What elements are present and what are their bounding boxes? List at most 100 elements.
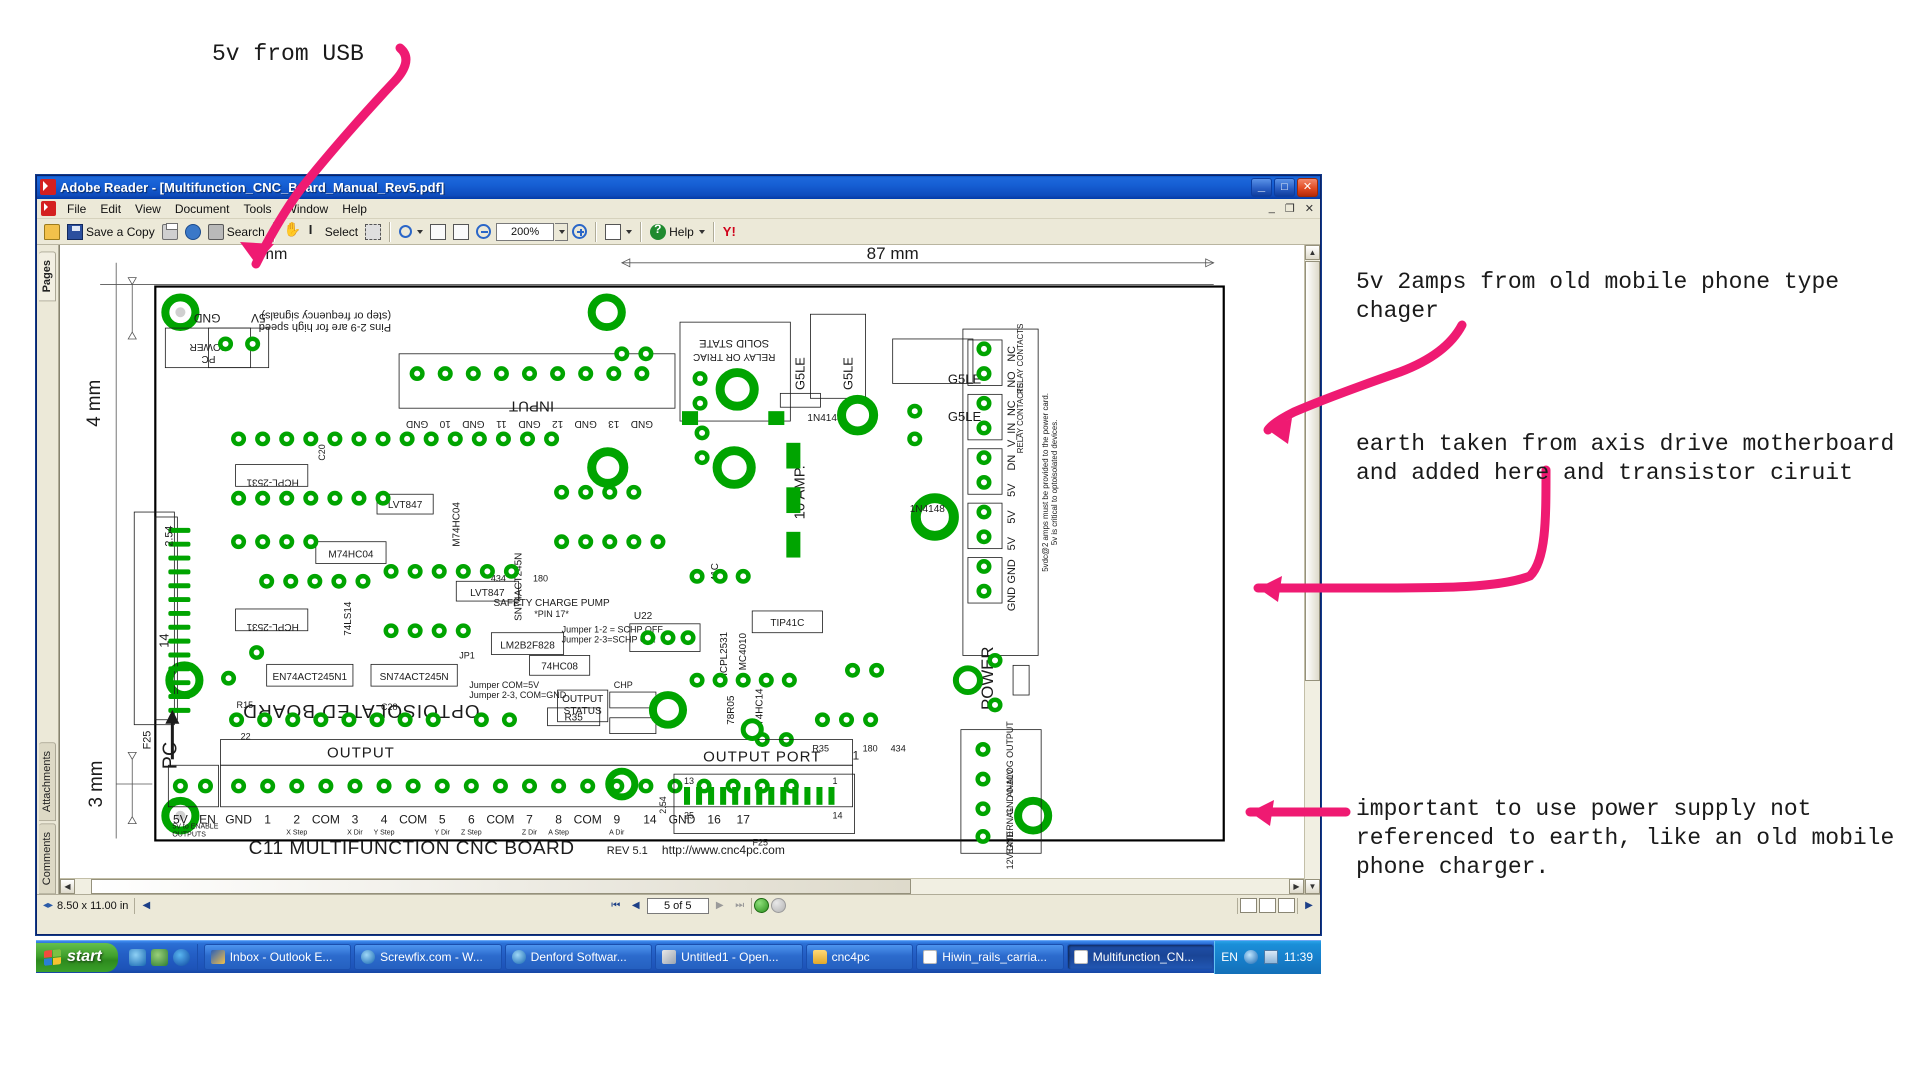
nav-tab-comments[interactable]: Comments [39,822,56,894]
search-label: Search [226,224,265,239]
taskbar-item-openoffice[interactable]: Untitled1 - Open... [655,944,803,970]
zoom-dropdown-button[interactable] [555,222,569,241]
volume-icon[interactable] [1243,950,1258,964]
print-button[interactable] [159,222,181,242]
svg-text:5vdc@2 amps must be provided t: 5vdc@2 amps must be provided to the powe… [1041,393,1050,572]
zoom-level-value[interactable]: 200% [496,222,555,241]
select-tool-button[interactable]: Select [303,222,361,242]
scroll-right-arrow[interactable]: ▶ [1289,879,1304,894]
scroll-up-arrow[interactable]: ▲ [1305,245,1320,260]
taskbar-item-outlook[interactable]: Inbox - Outlook E... [203,944,352,970]
menu-item-edit[interactable]: Edit [93,200,128,218]
search-button[interactable]: Search [205,222,268,242]
mdi-minimize-button[interactable]: _ [1265,202,1279,215]
facing-view-button[interactable] [1278,898,1295,913]
svg-text:C28: C28 [381,702,398,712]
taskbar-item-screwfix[interactable]: Screwfix.com - W... [354,944,502,970]
toolbar-separator [272,221,275,242]
save-a-copy-button[interactable]: Save a Copy [64,222,158,242]
rotate-view-button[interactable] [602,222,635,242]
previous-view-button[interactable] [753,898,769,913]
media-icon[interactable] [172,948,190,966]
last-page-button[interactable]: ⏭ [731,898,749,914]
svg-text:10: 10 [439,418,451,429]
yahoo-icon: Y! [722,223,736,239]
next-page-button[interactable]: ▶ [711,898,729,914]
menu-item-view[interactable]: View [128,200,168,218]
menu-item-help[interactable]: Help [335,200,374,218]
expand-panel-button[interactable]: ▶ [1300,898,1318,914]
help-label: Help [669,224,694,239]
svg-text:X Dir: X Dir [347,830,363,837]
start-button[interactable]: start [36,942,118,972]
pdf-viewer[interactable]: .cu { fill:#00a400; } .cuo { fill:none; … [59,245,1320,894]
open-button[interactable] [41,222,63,242]
resize-icon: ◂▸ [43,900,54,911]
taskbar-item-cnc4pc[interactable]: cnc4pc [805,944,914,970]
zoom-in-button[interactable] [569,222,590,241]
horizontal-scroll-thumb[interactable] [91,879,911,894]
continuous-view-button[interactable] [1259,898,1276,913]
viewer-vertical-scrollbar[interactable]: ▲ ▼ [1304,245,1320,894]
collapse-panel-button[interactable]: ◀ [137,898,155,914]
window-close-button[interactable]: ✕ [1297,177,1318,197]
previous-page-button[interactable]: ◀ [627,898,645,914]
hand-tool-button[interactable] [280,221,302,242]
viewer-horizontal-scrollbar[interactable]: ◀ ▶ [60,878,1304,894]
document-system-icon[interactable] [41,201,56,216]
snapshot-tool-button[interactable] [362,222,384,242]
navigation-tabs: Pages Attachments Comments [37,245,59,894]
svg-text:GND: GND [518,418,540,429]
actual-size-button[interactable] [427,222,449,242]
svg-text:4 mm: 4 mm [84,380,105,427]
svg-text:12: 12 [552,418,564,429]
menu-item-window[interactable]: Window [279,200,336,218]
menu-item-tools[interactable]: Tools [237,200,279,218]
taskbar-item-label: Inbox - Outlook E... [229,950,333,964]
zoom-out-button[interactable] [473,222,494,241]
mdi-restore-button[interactable]: ❐ [1281,202,1299,215]
clock[interactable]: 11:39 [1284,950,1313,964]
mdi-close-button[interactable]: ✕ [1301,202,1318,215]
yahoo-toolbar-button[interactable]: Y! [720,222,754,242]
ie-icon[interactable] [128,948,146,966]
scroll-left-arrow[interactable]: ◀ [60,879,75,894]
annotation-charger: 5v 2amps from old mobile phone type chag… [1356,269,1840,324]
svg-text:G5LE: G5LE [840,357,855,390]
help-icon [650,222,667,240]
svg-text:78R05: 78R05 [726,695,737,725]
taskbar-item-multifunction-pdf[interactable]: Multifunction_CN... [1066,944,1215,970]
svg-text:OUTPUT: OUTPUT [562,694,603,705]
first-page-button[interactable]: ⏮ [607,898,625,914]
scroll-down-arrow[interactable]: ▼ [1305,879,1320,894]
network-icon[interactable] [1263,950,1278,964]
menu-item-file[interactable]: File [60,200,93,218]
single-page-view-button[interactable] [1240,898,1257,913]
svg-text:C11 MULTIFUNCTION CNC BOARD: C11 MULTIFUNCTION CNC BOARD [249,838,575,859]
svg-text:OPTOISOLATED BOARD: OPTOISOLATED BOARD [242,700,479,721]
svg-text:LVT847: LVT847 [388,500,423,511]
zoom-level-control[interactable]: 200% [495,222,569,241]
window-maximize-button[interactable]: □ [1274,177,1295,197]
taskbar-item-denford[interactable]: Denford Softwar... [504,944,653,970]
svg-text:22: 22 [241,732,251,742]
menu-item-document[interactable]: Document [168,200,237,218]
page-indicator[interactable]: 5 of 5 [646,897,709,914]
taskbar-item-hiwin-pdf[interactable]: Hiwin_rails_carria... [916,944,1064,970]
page-size-value: 8.50 x 11.00 in [57,899,129,912]
nav-tab-pages[interactable]: Pages [39,251,56,302]
window-minimize-button[interactable]: _ [1251,177,1272,197]
email-button[interactable] [182,222,204,242]
help-button[interactable]: Help [647,222,708,242]
fit-width-button[interactable] [450,222,472,242]
vertical-scroll-thumb[interactable] [1305,261,1320,681]
svg-text:OUTPUT: OUTPUT [327,744,395,761]
pcb-drawing: .cu { fill:#00a400; } .cuo { fill:none; … [84,245,1225,869]
language-indicator[interactable]: EN [1221,950,1238,964]
svg-text:COM: COM [399,813,427,827]
svg-text:G5LE: G5LE [792,357,807,390]
sync-icon[interactable] [150,948,168,966]
zoom-tool-button[interactable] [396,223,426,240]
next-view-button[interactable] [770,898,786,913]
nav-tab-attachments[interactable]: Attachments [39,741,56,821]
